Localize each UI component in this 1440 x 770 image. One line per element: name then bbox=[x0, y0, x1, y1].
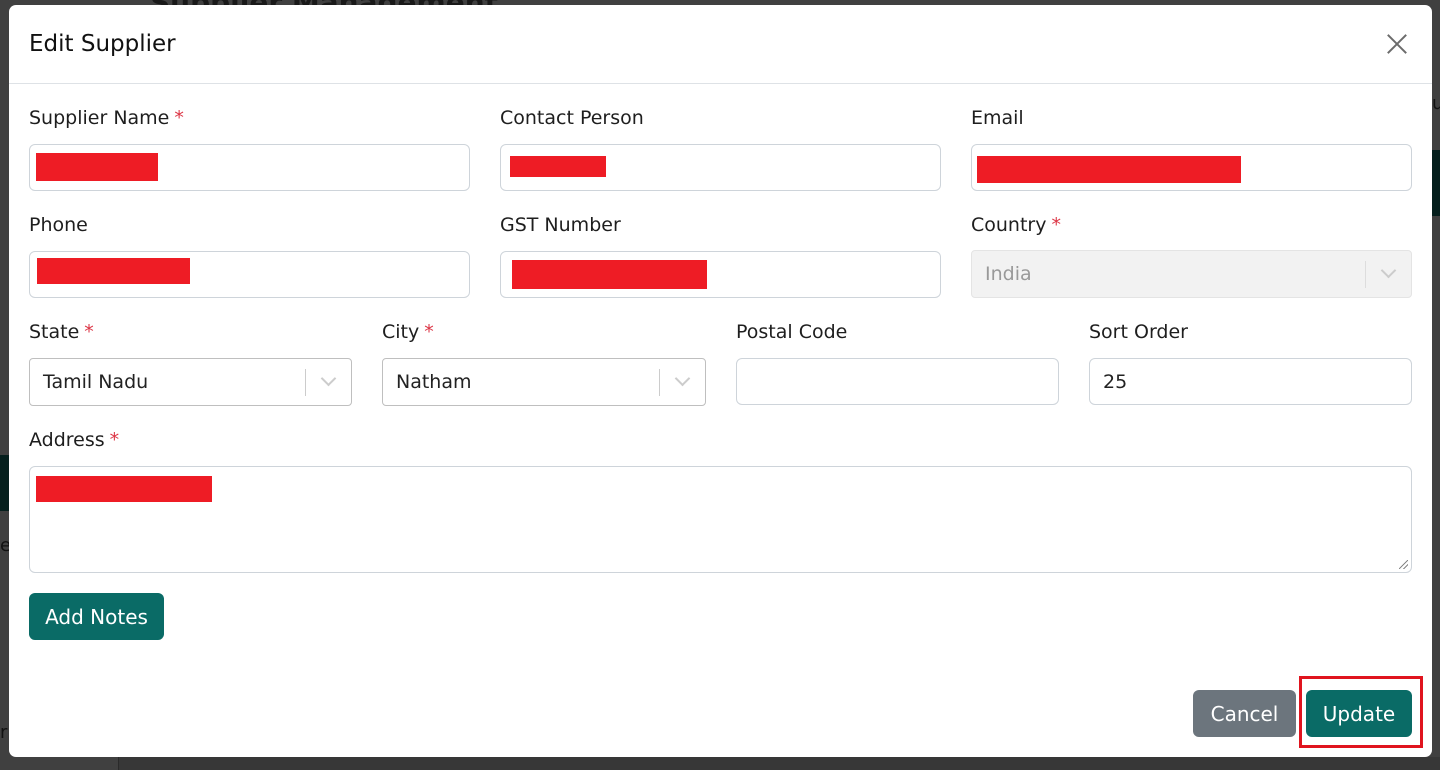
address-label-text: Address bbox=[29, 429, 105, 451]
supplier-name-label: Supplier Name * bbox=[29, 107, 184, 129]
state-select-value: Tamil Nadu bbox=[43, 371, 149, 393]
chevron-down-icon[interactable] bbox=[660, 359, 705, 405]
city-select-value: Natham bbox=[396, 371, 472, 393]
gst-number-label-text: GST Number bbox=[500, 214, 621, 236]
redacted-value bbox=[36, 153, 158, 181]
add-notes-button[interactable]: Add Notes bbox=[29, 593, 164, 640]
cancel-button[interactable]: Cancel bbox=[1193, 690, 1296, 737]
update-button-highlight bbox=[1299, 676, 1423, 748]
gst-number-input[interactable] bbox=[500, 251, 941, 298]
redacted-value bbox=[36, 476, 212, 502]
required-marker: * bbox=[109, 429, 120, 451]
email-label: Email bbox=[971, 107, 1024, 129]
phone-label-text: Phone bbox=[29, 214, 88, 236]
state-select[interactable]: Tamil Nadu bbox=[29, 358, 352, 406]
country-select-value: India bbox=[985, 263, 1032, 285]
gst-number-label: GST Number bbox=[500, 214, 621, 236]
postal-code-label-text: Postal Code bbox=[736, 321, 848, 343]
close-icon[interactable] bbox=[1382, 29, 1412, 59]
email-input[interactable] bbox=[971, 144, 1412, 191]
resize-handle-icon[interactable] bbox=[1399, 560, 1408, 569]
required-marker: * bbox=[174, 107, 184, 129]
supplier-name-label-text: Supplier Name bbox=[29, 107, 170, 129]
modal-header: Edit Supplier bbox=[9, 5, 1432, 84]
required-marker: * bbox=[424, 321, 434, 343]
contact-person-input[interactable] bbox=[500, 144, 941, 191]
postal-code-input[interactable] bbox=[736, 358, 1059, 405]
edit-supplier-modal: Edit Supplier Supplier Name * Contact Per… bbox=[9, 5, 1432, 757]
redacted-value bbox=[37, 258, 190, 284]
modal-title: Edit Supplier bbox=[29, 31, 176, 57]
contact-person-label: Contact Person bbox=[500, 107, 644, 129]
chevron-down-icon[interactable] bbox=[306, 359, 351, 405]
supplier-name-input[interactable] bbox=[29, 144, 470, 191]
contact-person-label-text: Contact Person bbox=[500, 107, 644, 129]
email-label-text: Email bbox=[971, 107, 1024, 129]
country-label: Country * bbox=[971, 214, 1061, 236]
redacted-value bbox=[977, 156, 1241, 183]
sort-order-label: Sort Order bbox=[1089, 321, 1188, 343]
city-label-text: City bbox=[382, 321, 420, 343]
redacted-value bbox=[512, 260, 707, 289]
required-marker: * bbox=[1051, 214, 1061, 236]
country-select: India bbox=[971, 250, 1412, 298]
city-label: City * bbox=[382, 321, 434, 343]
address-label: Address * bbox=[29, 429, 119, 451]
postal-code-label: Postal Code bbox=[736, 321, 847, 343]
sort-order-label-text: Sort Order bbox=[1089, 321, 1188, 343]
address-textarea[interactable] bbox=[29, 466, 1412, 573]
phone-input[interactable] bbox=[29, 251, 470, 298]
state-label-text: State bbox=[29, 321, 80, 343]
phone-label: Phone bbox=[29, 214, 88, 236]
required-marker: * bbox=[84, 321, 94, 343]
redacted-value bbox=[510, 156, 606, 177]
chevron-down-icon bbox=[1366, 251, 1411, 297]
city-select[interactable]: Natham bbox=[382, 358, 706, 406]
country-label-text: Country bbox=[971, 214, 1047, 236]
state-label: State * bbox=[29, 321, 94, 343]
sort-order-input[interactable]: 25 bbox=[1089, 358, 1412, 405]
